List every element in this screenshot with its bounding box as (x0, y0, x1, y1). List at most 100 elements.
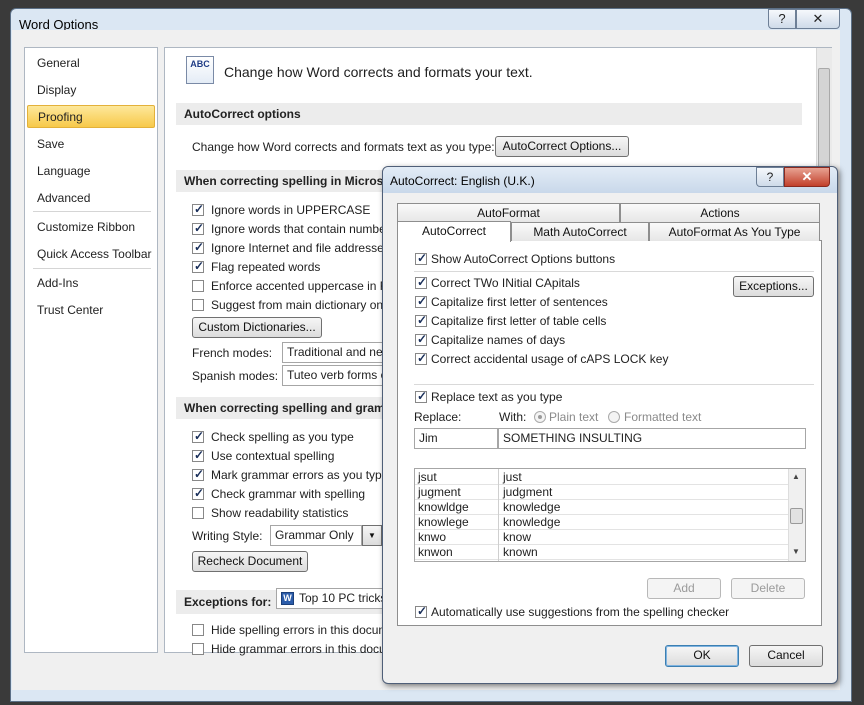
option-label: Capitalize first letter of sentences (431, 295, 608, 309)
nav-item-language[interactable]: Language (27, 160, 155, 183)
checkbox-contextual-spelling[interactable] (192, 448, 204, 462)
checkbox-enforce-accented[interactable] (192, 280, 204, 292)
option-label: Hide spelling errors in this docum (211, 623, 389, 637)
list-item[interactable]: jsut just (415, 470, 789, 485)
checkbox-check-grammar[interactable] (192, 486, 204, 500)
checkbox-capitalize-days[interactable] (415, 332, 427, 346)
nav-item-customize-ribbon[interactable]: Customize Ribbon (27, 216, 155, 239)
list-item[interactable]: jugment judgment (415, 485, 789, 500)
option-label: Automatically use suggestions from the s… (431, 605, 730, 619)
nav-separator (33, 268, 151, 269)
scroll-up-icon[interactable]: ▲ (792, 472, 800, 481)
checkbox-suggest-main-dictionary[interactable] (192, 299, 204, 311)
option-label: Enforce accented uppercase in Fr (211, 279, 392, 293)
checkbox-show-autocorrect-buttons[interactable] (415, 251, 427, 265)
tab-math-autocorrect[interactable]: Math AutoCorrect (511, 222, 649, 241)
nav-item-advanced[interactable]: Advanced (27, 187, 155, 210)
recheck-document-button[interactable]: Recheck Document (192, 551, 308, 572)
tab-autocorrect[interactable]: AutoCorrect (397, 221, 511, 242)
formatted-text-label: Formatted text (624, 410, 702, 424)
list-item[interactable]: knowlege knowledge (415, 515, 789, 530)
nav-item-display[interactable]: Display (27, 79, 155, 102)
list-item[interactable]: knowldge knowledge (415, 500, 789, 515)
autocorrect-options-button[interactable]: AutoCorrect Options... (495, 136, 629, 157)
replace-input[interactable]: Jim (414, 428, 498, 449)
divider (414, 384, 814, 385)
tab-autoformat-as-you-type[interactable]: AutoFormat As You Type (649, 222, 820, 241)
nav-item-quick-access-toolbar[interactable]: Quick Access Toolbar (27, 243, 155, 266)
panel-header: Change how Word corrects and formats you… (224, 64, 533, 80)
tab-autoformat[interactable]: AutoFormat (397, 203, 620, 222)
checkbox-capitalize-table-cells[interactable] (415, 313, 427, 327)
autocorrect-description: Change how Word corrects and formats tex… (192, 140, 495, 154)
nav-item-proofing[interactable]: Proofing (27, 105, 155, 128)
radio-formatted-text[interactable] (608, 411, 620, 423)
list-item[interactable]: knwo know (415, 530, 789, 545)
autocorrect-title: AutoCorrect: English (U.K.) (390, 174, 535, 188)
help-button[interactable]: ? (768, 9, 796, 29)
close-icon[interactable]: ✕ (784, 167, 830, 187)
custom-dictionaries-button[interactable]: Custom Dictionaries... (192, 317, 322, 338)
spanish-modes-select[interactable]: Tuteo verb forms o (282, 365, 386, 386)
writing-style-select[interactable]: Grammar Only (270, 525, 362, 546)
nav-item-add-ins[interactable]: Add-Ins (27, 272, 155, 295)
checkbox-replace-as-you-type[interactable] (415, 389, 427, 403)
panel-scroll-thumb[interactable] (818, 68, 830, 178)
checkbox-check-spelling[interactable] (192, 429, 204, 443)
add-button[interactable]: Add (647, 578, 721, 599)
divider (414, 271, 814, 272)
close-button[interactable]: ✕ (796, 9, 840, 29)
ok-button[interactable]: OK (665, 645, 739, 667)
option-label: Check spelling as you type (211, 430, 354, 444)
word-document-icon: W (281, 592, 294, 605)
checkbox-ignore-numbers[interactable] (192, 221, 204, 235)
option-label: Replace text as you type (431, 390, 563, 404)
option-label: Ignore Internet and file addresses (211, 241, 390, 255)
checkbox-hide-grammar-errors[interactable] (192, 643, 204, 655)
list-scroll-thumb[interactable] (790, 508, 803, 524)
option-label: Ignore words that contain numbe (211, 222, 386, 236)
option-label: Correct accidental usage of cAPS LOCK ke… (431, 352, 669, 366)
with-input[interactable]: SOMETHING INSULTING (498, 428, 806, 449)
checkbox-readability[interactable] (192, 507, 204, 519)
nav-item-general[interactable]: General (27, 52, 155, 75)
checkbox-hide-spelling-errors[interactable] (192, 624, 204, 636)
option-label: Suggest from main dictionary onl (211, 298, 386, 312)
help-icon[interactable]: ? (756, 167, 784, 187)
checkbox-correct-two-initials[interactable] (415, 275, 427, 289)
exceptions-button[interactable]: Exceptions... (733, 276, 814, 297)
writing-style-label: Writing Style: (192, 529, 263, 543)
option-label: Ignore words in UPPERCASE (211, 203, 371, 217)
nav-item-trust-center[interactable]: Trust Center (27, 299, 155, 322)
checkbox-auto-suggestions[interactable] (415, 604, 427, 618)
replace-label: Replace: (414, 410, 462, 424)
option-label: Capitalize names of days (431, 333, 566, 347)
autocorrect-entries-list[interactable]: jsut just jugment judgment knowldge knowled… (414, 468, 806, 562)
list-column-divider (498, 469, 499, 561)
spanish-modes-label: Spanish modes: (192, 369, 279, 383)
scroll-down-icon[interactable]: ▼ (792, 547, 800, 556)
chevron-down-icon[interactable]: ▼ (362, 525, 382, 546)
plain-text-label: Plain text (549, 410, 599, 424)
nav-separator (33, 211, 151, 212)
checkbox-ignore-uppercase[interactable] (192, 202, 204, 216)
nav-item-save[interactable]: Save (27, 133, 155, 156)
tab-actions[interactable]: Actions (620, 203, 820, 222)
abc-check-icon: ABC (186, 56, 214, 84)
radio-plain-text[interactable] (534, 411, 546, 423)
options-nav: General Display Proofing Save Language A… (24, 47, 158, 653)
french-modes-select[interactable]: Traditional and ne (282, 342, 386, 363)
checkbox-flag-repeated[interactable] (192, 259, 204, 273)
delete-button[interactable]: Delete (731, 578, 805, 599)
option-label: Capitalize first letter of table cells (431, 314, 607, 328)
checkbox-ignore-internet[interactable] (192, 240, 204, 254)
cancel-button[interactable]: Cancel (749, 645, 823, 667)
option-label: Use contextual spelling (211, 449, 335, 463)
checkbox-mark-grammar[interactable] (192, 467, 204, 481)
option-label: Mark grammar errors as you type (211, 468, 389, 482)
list-item[interactable]: knwon known (415, 545, 789, 560)
option-label: Show readability statistics (211, 506, 349, 520)
checkbox-caps-lock[interactable] (415, 351, 427, 365)
option-label: Flag repeated words (211, 260, 321, 274)
checkbox-capitalize-sentences[interactable] (415, 294, 427, 308)
